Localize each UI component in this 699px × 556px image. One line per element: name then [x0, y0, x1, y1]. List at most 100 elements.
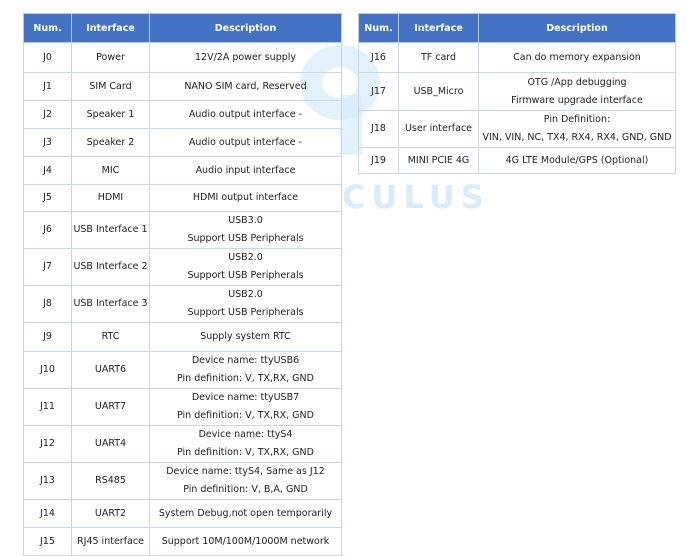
cell-description: HDMI output interface — [149, 184, 342, 212]
cell-num: J6 — [23, 211, 72, 249]
cell-interface: UART4 — [71, 425, 150, 463]
table-header-row: Num. Interface Description — [358, 13, 676, 43]
cell-num: J7 — [23, 248, 72, 286]
cell-interface: Speaker 1 — [71, 100, 150, 129]
cell-interface: HDMI — [71, 184, 150, 212]
description-line: Support USB Peripherals — [187, 307, 304, 318]
cell-interface: Power — [71, 42, 150, 73]
table-row: J9 RTC Supply system RTC — [23, 322, 342, 352]
description-line: OTG /App debugging — [527, 76, 627, 88]
table-row: J1 SIM Card NANO SIM card, Reserved — [23, 72, 342, 101]
cell-num: J19 — [358, 147, 399, 174]
cell-description: Audio input interface — [149, 156, 342, 185]
description-line: Pin definition: V, TX,RX, GND — [177, 373, 314, 384]
cell-interface: SIM Card — [71, 72, 150, 101]
cell-interface: MIC — [71, 156, 150, 185]
cell-num: J10 — [23, 351, 72, 389]
description-line: Can do memory expansion — [513, 51, 641, 63]
cell-interface: USB_Micro — [398, 72, 479, 111]
description-line: System Debug,not open temporarily — [158, 507, 333, 519]
description-line: Firmware upgrade interface — [511, 94, 643, 106]
cell-interface: UART2 — [71, 499, 150, 528]
cell-description: 4G LTE Module/GPS (Optional) — [478, 147, 676, 174]
cell-description: USB3.0 Support USB Peripherals — [149, 211, 342, 249]
description-line: 4G LTE Module/GPS (Optional) — [505, 154, 649, 166]
cell-description: USB2.0 Support USB Peripherals — [149, 285, 342, 323]
cell-num: J15 — [23, 527, 72, 556]
header-interface: Interface — [71, 13, 150, 43]
description-line: Device name: ttyUSB7 — [191, 392, 300, 403]
description-line: Audio output interface - — [188, 108, 303, 120]
cell-interface: Speaker 2 — [71, 128, 150, 157]
cell-interface: User interface — [398, 110, 479, 148]
cell-num: J1 — [23, 72, 72, 101]
description-line: NANO SIM card, Reserved — [184, 80, 307, 92]
table-row: J17 USB_Micro OTG /App debugging Firmware u… — [358, 72, 676, 111]
cell-description: Supply system RTC — [149, 322, 342, 352]
table-row: J7 USB Interface 2 USB2.0 Support USB Perip… — [23, 248, 342, 286]
interface-table-right: Num. Interface Description J16 TF card Can… — [358, 13, 676, 174]
cell-description: 12V/2A power supply — [149, 42, 342, 73]
cell-description: Device name: ttyUSB6 Pin definition: V, T… — [149, 351, 342, 389]
description-line: Support USB Peripherals — [187, 270, 304, 281]
cell-description: Device name: ttyUSB7 Pin definition: V, T… — [149, 388, 342, 426]
description-line: Device name: ttyS4, Same as J12 — [166, 466, 325, 477]
cell-description: Device name: ttyS4 Pin definition: V, TX,… — [149, 425, 342, 463]
header-description: Description — [149, 13, 342, 43]
description-line: 12V/2A power supply — [194, 51, 297, 63]
cell-description: System Debug,not open temporarily — [149, 499, 342, 528]
description-line: Support 10M/100M/1000M network — [161, 535, 330, 547]
header-description: Description — [478, 13, 676, 43]
cell-description: Can do memory expansion — [478, 42, 676, 73]
table-row: J3 Speaker 2 Audio output interface - — [23, 128, 342, 157]
cell-description: Audio output interface - — [149, 128, 342, 157]
cell-description: Pin Definition: VIN, VIN, NC, TX4, RX4, R… — [478, 110, 676, 148]
table-row: J5 HDMI HDMI output interface — [23, 184, 342, 212]
header-num: Num. — [23, 13, 72, 43]
table-row: J10 UART6 Device name: ttyUSB6 Pin definiti… — [23, 351, 342, 389]
cell-description: Support 10M/100M/1000M network — [149, 527, 342, 556]
table-row: J11 UART7 Device name: ttyUSB7 Pin definiti… — [23, 388, 342, 426]
cell-num: J11 — [23, 388, 72, 426]
cell-num: J13 — [23, 462, 72, 500]
cell-description: Audio output interface - — [149, 100, 342, 129]
table-header-row: Num. Interface Description — [23, 13, 342, 43]
cell-num: J4 — [23, 156, 72, 185]
table-row: J14 UART2 System Debug,not open temporaril… — [23, 499, 342, 528]
description-line: VIN, VIN, NC, TX4, RX4, RX4, GND, GND — [482, 132, 672, 143]
table-row: J13 RS485 Device name: ttyS4, Same as J12 P… — [23, 462, 342, 500]
description-line: Device name: ttyS4 — [198, 429, 293, 440]
description-line: Pin Definition: — [543, 114, 611, 125]
description-line: USB3.0 — [228, 215, 263, 226]
header-interface: Interface — [398, 13, 479, 43]
table-row: J15 RJ45 interface Support 10M/100M/1000M … — [23, 527, 342, 556]
cell-interface: TF card — [398, 42, 479, 73]
table-row: J12 UART4 Device name: ttyS4 Pin definition… — [23, 425, 342, 463]
cell-num: J2 — [23, 100, 72, 129]
description-line: Supply system RTC — [200, 331, 291, 342]
table-row: J6 USB Interface 1 USB3.0 Support USB Perip… — [23, 211, 342, 249]
description-line: HDMI output interface — [192, 192, 299, 203]
cell-num: J14 — [23, 499, 72, 528]
description-line: Pin definition: V, B,A, GND — [183, 484, 308, 495]
cell-interface: RS485 — [71, 462, 150, 500]
description-line: Audio input interface — [195, 164, 296, 176]
cell-num: J16 — [358, 42, 399, 73]
cell-num: J9 — [23, 322, 72, 352]
description-line: Pin definition: V, TX,RX, GND — [177, 447, 314, 458]
cell-description: USB2.0 Support USB Peripherals — [149, 248, 342, 286]
cell-interface: RJ45 interface — [71, 527, 150, 556]
cell-num: J17 — [358, 72, 399, 111]
description-line: Support USB Peripherals — [187, 233, 304, 244]
description-line: Device name: ttyUSB6 — [191, 355, 300, 366]
header-num: Num. — [358, 13, 399, 43]
cell-num: J0 — [23, 42, 72, 73]
cell-description: Device name: ttyS4, Same as J12 Pin defin… — [149, 462, 342, 500]
interface-table-left: Num. Interface Description J0 Power 12V/2A… — [23, 13, 342, 556]
table-row: J18 User interface Pin Definition: VIN, VIN… — [358, 110, 676, 148]
table-row: J8 USB Interface 3 USB2.0 Support USB Perip… — [23, 285, 342, 323]
cell-description: NANO SIM card, Reserved — [149, 72, 342, 101]
table-row: J4 MIC Audio input interface — [23, 156, 342, 185]
cell-description: OTG /App debugging Firmware upgrade inter… — [478, 72, 676, 111]
table-row: J0 Power 12V/2A power supply — [23, 42, 342, 73]
